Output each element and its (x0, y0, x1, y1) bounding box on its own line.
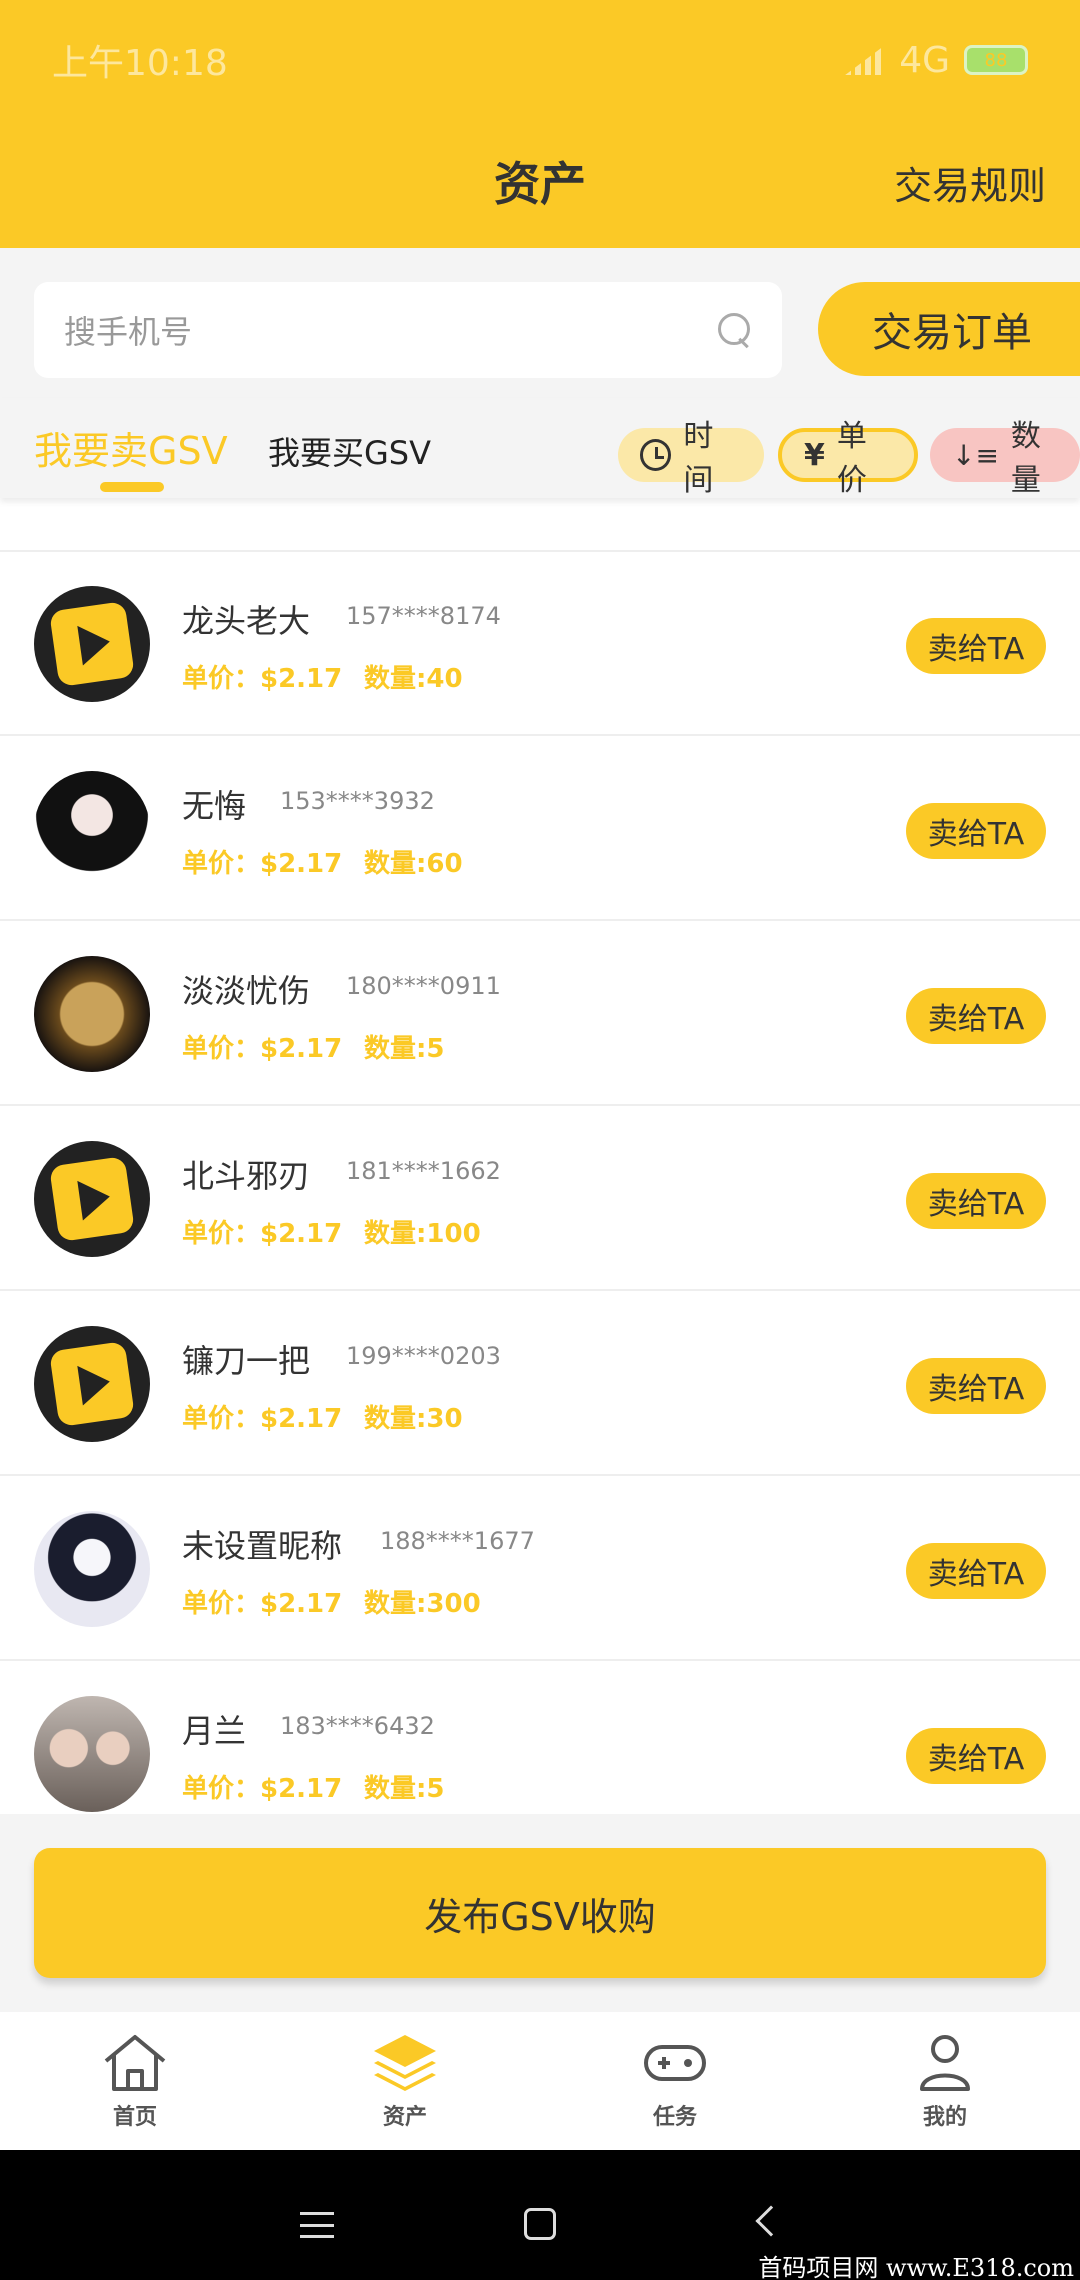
avatar (34, 1141, 150, 1257)
sort-by-time-chip[interactable]: 时间 (618, 419, 764, 498)
listing-list[interactable]: 龙头老大 157****8174 单价：$2.17 数量:40 卖给TA 无悔 … (0, 498, 1080, 1814)
trade-orders-button[interactable]: 交易订单 (818, 282, 1080, 376)
nav-tasks[interactable]: 任务 (540, 2012, 810, 2150)
nav-home[interactable]: 首页 (0, 2012, 270, 2150)
unit-price: 单价：$2.17 (182, 1034, 343, 1064)
sell-to-button[interactable]: 卖给TA (906, 1728, 1046, 1784)
list-item: 淡淡忧伤 180****0911 单价：$2.17 数量:5 卖给TA (0, 922, 1080, 1106)
clock-icon (640, 439, 672, 471)
quantity: 数量:5 (364, 1034, 445, 1064)
avatar (34, 586, 150, 702)
seller-name: 镰刀一把 (182, 1342, 311, 1380)
search-input[interactable]: 搜手机号 (34, 282, 782, 378)
tab-sell-gsv[interactable]: 我要卖GSV (34, 420, 228, 475)
publish-gsv-purchase-button[interactable]: 发布GSV收购 (34, 1848, 1046, 1978)
list-item: 未设置昵称 188****1677 单价：$2.17 数量:300 卖给TA (0, 1477, 1080, 1661)
unit-price: 单价：$2.17 (182, 1219, 343, 1249)
unit-price: 单价：$2.17 (182, 849, 343, 879)
sell-to-button[interactable]: 卖给TA (906, 1543, 1046, 1599)
avatar (34, 956, 150, 1072)
yen-icon: ¥ (804, 437, 825, 473)
list-item: 镰刀一把 199****0203 单价：$2.17 数量:30 卖给TA (0, 1292, 1080, 1476)
sell-to-button[interactable]: 卖给TA (906, 1358, 1046, 1414)
nav-assets[interactable]: 资产 (270, 2012, 540, 2150)
avatar (34, 1511, 150, 1627)
status-time: 上午10:18 (52, 43, 228, 84)
publish-area: 发布GSV收购 (0, 1814, 1080, 2012)
quantity: 数量:100 (364, 1219, 481, 1249)
unit-price: 单价：$2.17 (182, 1404, 343, 1434)
app-header: 上午10:18 4G 88 资产 交易规则 (0, 0, 1080, 248)
tabs-bar: 我要卖GSV 我要买GSV 时间 ¥ 单价 ↓≡ 数量 (0, 398, 1080, 498)
status-bar: 上午10:18 4G 88 (52, 38, 1028, 84)
avatar (34, 1696, 150, 1812)
unit-price: 单价：$2.17 (182, 1589, 343, 1619)
seller-phone: 180****0911 (346, 972, 501, 1000)
seller-name: 月兰 (182, 1712, 247, 1750)
list-item: 龙头老大 157****8174 单价：$2.17 数量:40 卖给TA (0, 552, 1080, 736)
avatar (34, 1326, 150, 1442)
nav-mine[interactable]: 我的 (810, 2012, 1080, 2150)
nav-home-label: 首页 (112, 2105, 157, 2130)
sell-to-button[interactable]: 卖给TA (906, 803, 1046, 859)
quantity: 数量:60 (364, 849, 463, 879)
list-item-partial (0, 498, 1080, 552)
layers-icon (374, 2035, 436, 2091)
user-icon (920, 2035, 970, 2091)
battery-icon: 88 (964, 45, 1028, 75)
bottom-nav: 首页 资产 任务 我的 (0, 2012, 1080, 2150)
play-logo-icon (49, 1341, 135, 1427)
unit-price: 单价：$2.17 (182, 1774, 343, 1804)
system-nav-bar: 首码项目网 www.E318.com (0, 2150, 1080, 2280)
search-row: 搜手机号 交易订单 (0, 248, 1080, 398)
seller-phone: 157****8174 (346, 602, 501, 630)
seller-name: 龙头老大 (182, 602, 311, 640)
signal-icon (845, 45, 886, 75)
seller-name: 北斗邪刃 (182, 1157, 311, 1195)
sell-to-button[interactable]: 卖给TA (906, 988, 1046, 1044)
quantity: 数量:300 (364, 1589, 481, 1619)
menu-icon[interactable] (300, 2212, 334, 2238)
back-icon[interactable] (755, 2205, 787, 2237)
sort-price-label: 单价 (836, 419, 867, 498)
quantity: 数量:30 (364, 1404, 463, 1434)
seller-phone: 153****3932 (280, 787, 435, 815)
avatar (34, 771, 150, 887)
seller-name: 淡淡忧伤 (182, 972, 311, 1010)
active-tab-indicator (100, 482, 164, 492)
sort-by-quantity-chip[interactable]: ↓≡ 数量 (930, 419, 1080, 498)
seller-name: 未设置昵称 (182, 1527, 343, 1565)
sort-desc-icon: ↓≡ (952, 438, 999, 472)
seller-phone: 183****6432 (280, 1712, 435, 1740)
list-item: 无悔 153****3932 单价：$2.17 数量:60 卖给TA (0, 737, 1080, 921)
quantity: 数量:5 (364, 1774, 445, 1804)
nav-mine-label: 我的 (922, 2105, 967, 2130)
home-icon (104, 2035, 166, 2091)
play-logo-icon (49, 1156, 135, 1242)
seller-name: 无悔 (182, 787, 247, 825)
watermark: 首码项目网 www.E318.com (758, 2248, 1074, 2280)
quantity: 数量:40 (364, 664, 463, 694)
seller-phone: 181****1662 (346, 1157, 501, 1185)
search-icon[interactable] (718, 313, 752, 347)
sell-to-button[interactable]: 卖给TA (906, 618, 1046, 674)
nav-assets-label: 资产 (382, 2105, 427, 2130)
seller-phone: 199****0203 (346, 1342, 501, 1370)
sort-quantity-label: 数量 (1010, 419, 1041, 498)
list-item: 月兰 183****6432 单价：$2.17 数量:5 卖给TA (0, 1662, 1080, 1814)
sell-to-button[interactable]: 卖给TA (906, 1173, 1046, 1229)
nav-tasks-label: 任务 (652, 2105, 697, 2130)
network-type: 4G (899, 39, 950, 81)
sort-by-price-chip[interactable]: ¥ 单价 (778, 419, 918, 498)
sort-time-label: 时间 (683, 419, 714, 498)
trade-rules-link[interactable]: 交易规则 (894, 155, 1046, 210)
list-item: 北斗邪刃 181****1662 单价：$2.17 数量:100 卖给TA (0, 1107, 1080, 1291)
search-placeholder: 搜手机号 (64, 313, 193, 351)
home-square-icon[interactable] (524, 2208, 556, 2240)
unit-price: 单价：$2.17 (182, 664, 343, 694)
tab-buy-gsv[interactable]: 我要买GSV (268, 428, 431, 474)
play-logo-icon (49, 601, 135, 687)
gamepad-icon (644, 2045, 706, 2081)
seller-phone: 188****1677 (380, 1527, 535, 1555)
